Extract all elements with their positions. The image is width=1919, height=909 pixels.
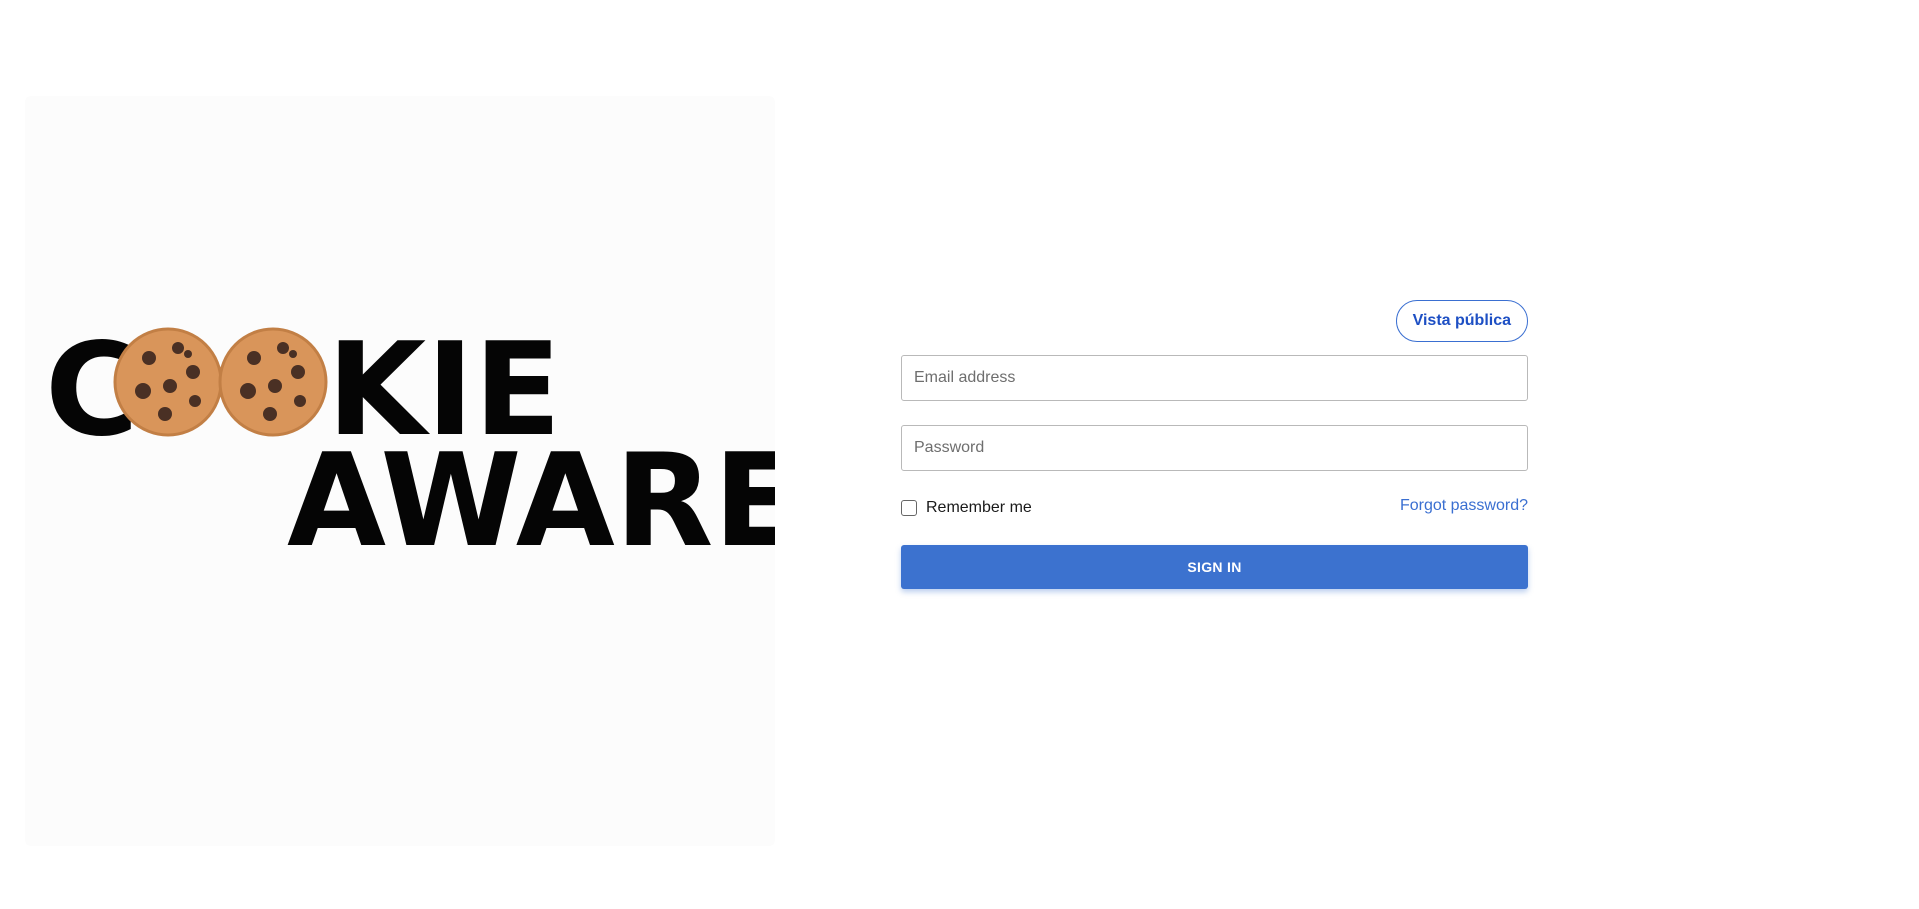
sign-in-button[interactable]: SIGN IN [901, 545, 1528, 589]
cookie-icon [113, 327, 223, 437]
public-view-button[interactable]: Vista pública [1395, 300, 1528, 342]
logo-panel: C KIE AWARE [25, 96, 775, 846]
remember-me-checkbox[interactable] [901, 500, 917, 516]
remember-me-label: Remember me [926, 499, 1032, 516]
logo-word-aware: AWARE [287, 427, 775, 576]
remember-me[interactable]: Remember me [901, 496, 1032, 520]
password-field[interactable] [901, 425, 1528, 471]
email-field[interactable] [901, 355, 1528, 401]
cookie-icon [218, 327, 328, 437]
forgot-password-link[interactable]: Forgot password? [1400, 497, 1528, 515]
login-page: C KIE AWARE Vista pública Email address … [0, 0, 1919, 909]
cookie-aware-logo: C KIE AWARE [45, 316, 775, 576]
